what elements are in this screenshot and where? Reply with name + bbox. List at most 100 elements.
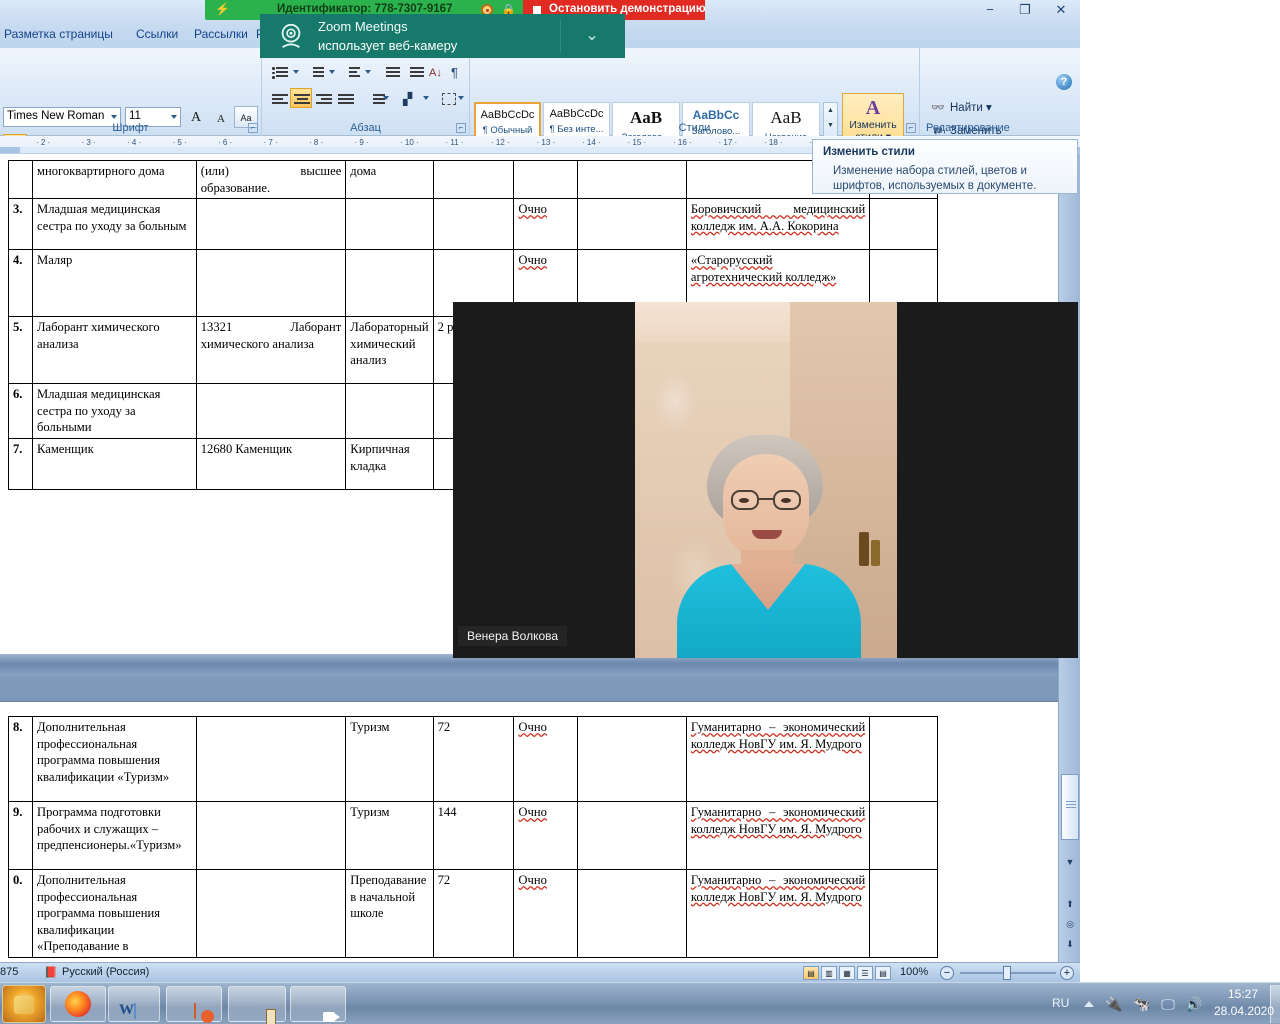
scrollbar-thumb[interactable] — [1061, 774, 1079, 840]
minimize-icon[interactable]: − — [975, 0, 1005, 20]
table-cell[interactable]: Дополнительная профессиональная программ… — [32, 868, 197, 959]
borders-button[interactable] — [438, 88, 466, 108]
table-cell[interactable] — [195, 716, 347, 802]
table-cell[interactable] — [576, 868, 687, 959]
table-cell[interactable] — [195, 868, 347, 959]
table-cell[interactable]: Туризм — [345, 801, 434, 870]
table-cell[interactable] — [195, 801, 347, 870]
align-right-button[interactable] — [312, 88, 334, 108]
sort-button[interactable]: А↓ — [428, 62, 450, 82]
table-row[interactable]: многоквартирного дома (или) высшее образо… — [7, 159, 938, 200]
bullets-button[interactable] — [268, 62, 290, 82]
table-cell[interactable]: Лабораторный химический анализ — [345, 316, 434, 385]
show-formatting-marks-button[interactable]: ¶ — [450, 62, 472, 82]
table-row[interactable]: 3. Младшая медицинская сестра по уходу за… — [7, 198, 938, 251]
table-cell[interactable] — [345, 198, 434, 251]
proofing-icon[interactable]: 📕 — [44, 966, 58, 979]
table-cell-number[interactable]: 7. — [7, 438, 34, 491]
table-row[interactable]: 8. Дополнительная профессиональная програ… — [7, 716, 938, 802]
table-cell[interactable]: (или) высшее образование. — [195, 159, 347, 200]
table-cell[interactable]: 72 — [432, 868, 515, 959]
table-cell[interactable]: 13321 Лаборант химического анализа — [195, 316, 347, 385]
table-cell-number[interactable]: 9. — [7, 801, 34, 870]
zoom-slider-thumb[interactable] — [1003, 966, 1011, 980]
cow-icon[interactable]: 🐄 — [1132, 994, 1152, 1014]
word-count-label[interactable]: 875 — [0, 966, 18, 978]
table-cell[interactable]: Очно — [513, 198, 578, 251]
table-cell[interactable] — [345, 249, 434, 318]
show-hidden-icons-icon[interactable] — [1084, 1001, 1094, 1007]
table-cell[interactable]: Лаборант химического анализа — [32, 316, 197, 385]
table-cell[interactable]: 144 — [432, 801, 515, 870]
table-cell[interactable] — [345, 383, 434, 440]
show-desktop-button[interactable] — [1270, 985, 1280, 1023]
line-spacing-button[interactable] — [362, 88, 392, 108]
table-cell[interactable] — [195, 383, 347, 440]
zoom-level-label[interactable]: 100% — [900, 966, 928, 978]
justify-button[interactable] — [334, 88, 356, 108]
table-cell[interactable]: Кирпичная кладка — [345, 438, 434, 491]
table-cell[interactable]: Младшая медицинская сестра по уходу за б… — [32, 198, 197, 251]
zoom-video-window[interactable]: Венера Волкова — [453, 302, 1078, 658]
table-cell[interactable] — [432, 198, 515, 251]
chevron-down-icon[interactable] — [171, 115, 177, 119]
monitor-icon[interactable]: 🖵 — [1158, 994, 1178, 1014]
table-cell[interactable] — [576, 801, 687, 870]
select-browse-object-icon[interactable]: ◎ — [1062, 916, 1078, 932]
table-cell[interactable]: Очно — [513, 801, 578, 870]
table-cell[interactable]: Младшая медицинская сестра по уходу за б… — [32, 383, 197, 440]
tab-references[interactable]: Ссылки — [136, 27, 178, 41]
multilevel-dropdown-icon[interactable] — [362, 62, 373, 82]
view-full-screen-button[interactable]: ▥ — [821, 966, 837, 980]
styles-dialog-launcher-icon[interactable]: ⌐ — [906, 123, 916, 133]
table-cell[interactable] — [869, 801, 938, 870]
tray-language-label[interactable]: RU — [1052, 996, 1069, 1010]
styles-scroll-up-icon[interactable]: ▲ — [824, 103, 837, 118]
table-cell[interactable]: Преподавание в начальной школе — [345, 868, 434, 959]
align-center-button[interactable] — [290, 88, 312, 108]
chevron-down-icon[interactable]: ⌄ — [582, 26, 602, 46]
previous-page-icon[interactable]: ⬆ — [1062, 896, 1078, 912]
paragraph-dialog-launcher-icon[interactable]: ⌐ — [456, 123, 466, 133]
table-cell[interactable] — [195, 198, 347, 251]
speaker-icon[interactable]: 🔊 — [1184, 994, 1204, 1014]
decrease-indent-button[interactable] — [380, 62, 402, 82]
clock-date[interactable]: 28.04.2020 — [1204, 1004, 1280, 1018]
table-cell[interactable]: 12680 Каменщик — [195, 438, 347, 491]
table-cell[interactable]: Туризм — [345, 716, 434, 802]
table-cell[interactable]: Дополнительная профессиональная программ… — [32, 716, 197, 802]
view-print-layout-button[interactable]: ▤ — [803, 966, 819, 980]
network-plug-icon[interactable]: 🔌 — [1104, 994, 1124, 1014]
table-cell[interactable] — [576, 198, 687, 251]
increase-indent-button[interactable] — [404, 62, 426, 82]
table-cell[interactable]: Боровичский медицинский колледж им. А.А.… — [685, 198, 871, 251]
table-cell[interactable]: многоквартирного дома — [32, 159, 197, 200]
numbering-button[interactable] — [304, 62, 326, 82]
table-cell-number[interactable]: 4. — [7, 249, 34, 318]
table-cell[interactable] — [869, 198, 938, 251]
table-cell-number[interactable] — [7, 159, 34, 200]
zoom-webcam-notification[interactable]: Zoom Meetings использует веб-камеру ⌄ — [260, 14, 625, 58]
table-row[interactable]: 0. Дополнительная профессиональная програ… — [7, 868, 938, 959]
close-icon[interactable]: ✕ — [1046, 0, 1076, 20]
zoom-in-button[interactable]: + — [1060, 966, 1074, 980]
taskbar-item-powerpoint[interactable] — [166, 986, 222, 1022]
tab-mailings[interactable]: Рассылки — [194, 27, 248, 41]
table-row[interactable]: 9. Программа подготовки рабочих и служащи… — [7, 801, 938, 870]
clock-time[interactable]: 15:27 — [1212, 987, 1274, 1001]
table-cell[interactable] — [576, 716, 687, 802]
taskbar-item-firefox[interactable] — [50, 986, 106, 1022]
taskbar-item-explorer[interactable] — [0, 986, 42, 1022]
table-cell[interactable]: Очно — [513, 716, 578, 802]
taskbar-item-word[interactable] — [108, 986, 160, 1022]
table-cell-number[interactable]: 5. — [7, 316, 34, 385]
bullets-dropdown-icon[interactable] — [290, 62, 301, 82]
table-cell[interactable] — [513, 159, 578, 200]
shading-button[interactable]: ▞ — [402, 88, 432, 108]
numbering-dropdown-icon[interactable] — [326, 62, 337, 82]
chevron-down-icon[interactable] — [111, 115, 117, 119]
table-cell[interactable]: Каменщик — [32, 438, 197, 491]
align-left-button[interactable] — [268, 88, 290, 108]
taskbar-item-zoom[interactable] — [290, 986, 346, 1022]
document-table-bottom[interactable]: 8. Дополнительная профессиональная програ… — [7, 716, 938, 959]
